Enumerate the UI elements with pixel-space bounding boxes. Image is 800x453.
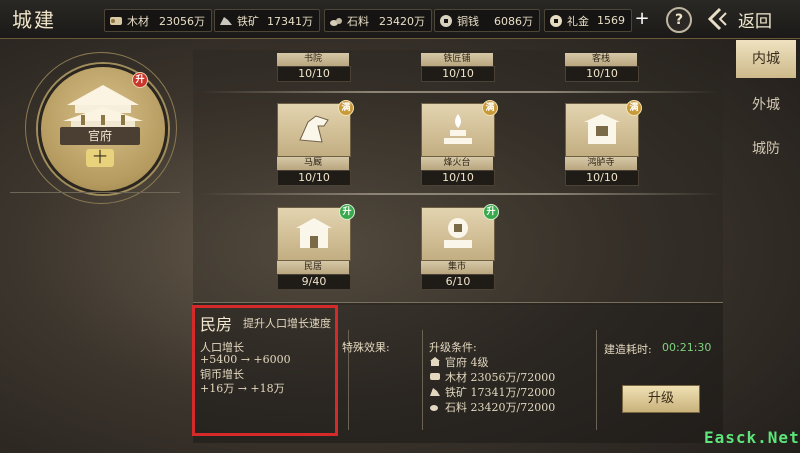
upgrade-badge: 升	[483, 204, 499, 220]
max-level-badge: 满	[338, 100, 354, 116]
gift-money-icon	[550, 14, 562, 27]
add-gift-money-button[interactable]: +	[632, 10, 652, 30]
row-divider	[200, 193, 720, 195]
tab-city-defense[interactable]: 城防	[736, 130, 796, 168]
requirement-list: 官府 4级 木材 23056万/72000 铁矿 17341万/72000 石料…	[429, 354, 555, 414]
column-divider	[596, 330, 597, 430]
highlight-box	[192, 305, 338, 436]
building-card-academy[interactable]: 书院 10/10	[277, 53, 351, 82]
emblem-add-button[interactable]: 十	[86, 149, 114, 167]
requirement-item: 官府 4级	[429, 354, 555, 369]
tab-inner-city[interactable]: 内城	[736, 40, 796, 78]
resource-iron: 铁矿 17341万	[214, 9, 320, 32]
building-card-market[interactable]: 集市 6/10	[421, 207, 495, 290]
build-time-label: 建造耗时:	[604, 343, 652, 356]
emblem-label: 官府	[60, 127, 140, 145]
building-card-inn[interactable]: 客栈 10/10	[565, 53, 639, 82]
building-card-residence[interactable]: 民居 9/40	[277, 207, 351, 290]
requirement-item: 石料 23420万/72000	[429, 399, 555, 414]
beacon-tower-icon	[444, 114, 472, 144]
requirement-item: 铁矿 17341万/72000	[429, 384, 555, 399]
market-icon	[444, 218, 472, 248]
embassy-gate-icon	[584, 114, 620, 144]
resource-stone: 石料 23420万	[324, 9, 432, 32]
iron-icon	[220, 16, 232, 25]
resource-copper: 铜钱 6086万	[434, 9, 540, 32]
help-button[interactable]: ?	[666, 7, 692, 33]
max-level-badge: 满	[626, 100, 642, 116]
wood-icon	[430, 373, 440, 380]
copper-coin-icon	[440, 14, 452, 27]
column-divider	[422, 330, 423, 430]
max-level-badge: 满	[482, 100, 498, 116]
stone-icon	[430, 405, 438, 411]
requirement-item: 木材 23056万/72000	[429, 369, 555, 384]
resource-gift-money: 礼金 1569	[544, 9, 632, 32]
upgrade-badge: 升	[339, 204, 355, 220]
page-title: 城建	[12, 8, 56, 32]
building-card-beacon[interactable]: 烽火台 10/10	[421, 103, 495, 186]
emblem-divider	[10, 192, 180, 193]
row-divider	[200, 91, 720, 93]
back-button[interactable]: 返回	[706, 4, 796, 34]
build-time-value: 00:21:30	[662, 341, 712, 354]
horse-head-icon	[299, 115, 329, 143]
back-icon	[707, 7, 727, 31]
special-effect-label: 特殊效果:	[342, 341, 390, 354]
residence-icon	[296, 218, 332, 248]
iron-icon	[430, 388, 440, 396]
building-card-embassy[interactable]: 鸿胪寺 10/10	[565, 103, 639, 186]
upgrade-button[interactable]: 升级	[622, 385, 700, 413]
building-card-blacksmith[interactable]: 铁匠铺 10/10	[421, 53, 495, 82]
watermark: Easck.Net	[704, 428, 800, 447]
building-card-stable[interactable]: 马厩 10/10	[277, 103, 351, 186]
tab-outer-city[interactable]: 外城	[736, 86, 796, 124]
emblem-upgrade-badge: 升	[132, 72, 148, 88]
stone-icon	[330, 17, 342, 26]
wood-icon	[110, 16, 122, 25]
government-icon	[430, 357, 440, 366]
resource-wood: 木材 23056万	[104, 9, 212, 32]
